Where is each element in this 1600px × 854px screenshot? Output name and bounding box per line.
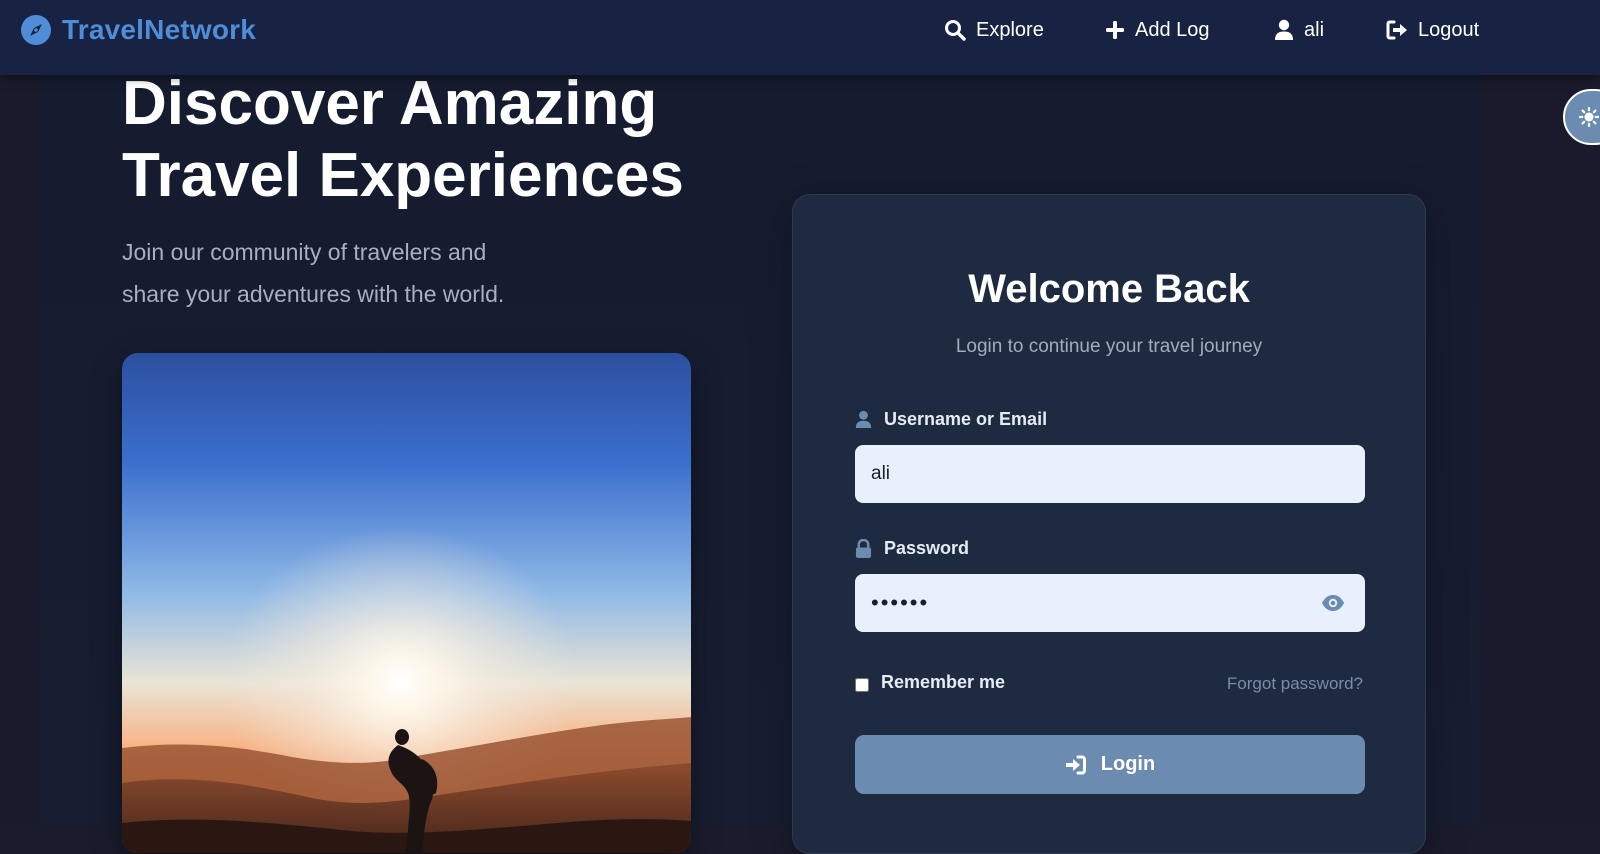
forgot-password-link[interactable]: Forgot password?	[1227, 674, 1363, 694]
nav-logout-link[interactable]: Logout	[1386, 15, 1479, 45]
nav-explore-label: Explore	[976, 18, 1044, 41]
hero-subtitle-line-2: share your adventures with the world.	[122, 281, 505, 307]
hero-subtitle: Join our community of travelers and shar…	[122, 231, 582, 315]
plus-icon	[1106, 21, 1124, 39]
hero-subtitle-line-1: Join our community of travelers and	[122, 239, 487, 265]
nav-logout-label: Logout	[1418, 18, 1480, 41]
hero-title-line-1: Discover Amazing	[122, 69, 658, 138]
sign-in-icon	[1065, 755, 1086, 774]
hero-image	[122, 353, 691, 853]
hero-title: Discover Amazing Travel Experiences	[122, 68, 722, 212]
sun-icon	[1579, 107, 1599, 127]
login-card: Welcome Back Login to continue your trav…	[792, 194, 1426, 854]
remember-me-checkbox[interactable]	[855, 678, 869, 692]
eye-icon[interactable]	[1321, 593, 1345, 613]
login-button[interactable]: Login	[855, 735, 1365, 794]
nav-add-log-link[interactable]: Add Log	[1105, 15, 1210, 45]
remember-me[interactable]: Remember me	[855, 669, 1005, 695]
nav-links: Explore Add Log ali Logout	[0, 0, 1600, 75]
nav-add-log-label: Add Log	[1135, 18, 1210, 41]
sunset-hiker-image	[122, 353, 691, 853]
navbar: TravelNetwork Explore Add Log ali Logout	[0, 0, 1600, 75]
password-label: Password	[855, 536, 969, 560]
search-icon	[945, 20, 966, 41]
username-label-text: Username or Email	[884, 408, 1048, 429]
password-label-text: Password	[884, 537, 970, 558]
user-icon	[1275, 19, 1293, 40]
user-icon	[855, 410, 872, 428]
nav-explore-link[interactable]: Explore	[944, 15, 1044, 45]
login-subtitle: Login to continue your travel journey	[955, 336, 1263, 357]
password-input[interactable]	[855, 574, 1365, 632]
login-title: Welcome Back	[968, 267, 1250, 311]
login-button-label: Login	[1100, 753, 1156, 775]
username-label: Username or Email	[855, 407, 1047, 431]
nav-user-link[interactable]: ali	[1274, 15, 1324, 45]
sign-out-icon	[1386, 20, 1407, 40]
hero-title-line-2: Travel Experiences	[122, 141, 684, 210]
remember-me-label: Remember me	[881, 671, 1006, 692]
nav-user-label: ali	[1304, 18, 1325, 41]
username-input[interactable]	[855, 445, 1365, 503]
lock-icon	[855, 538, 872, 558]
